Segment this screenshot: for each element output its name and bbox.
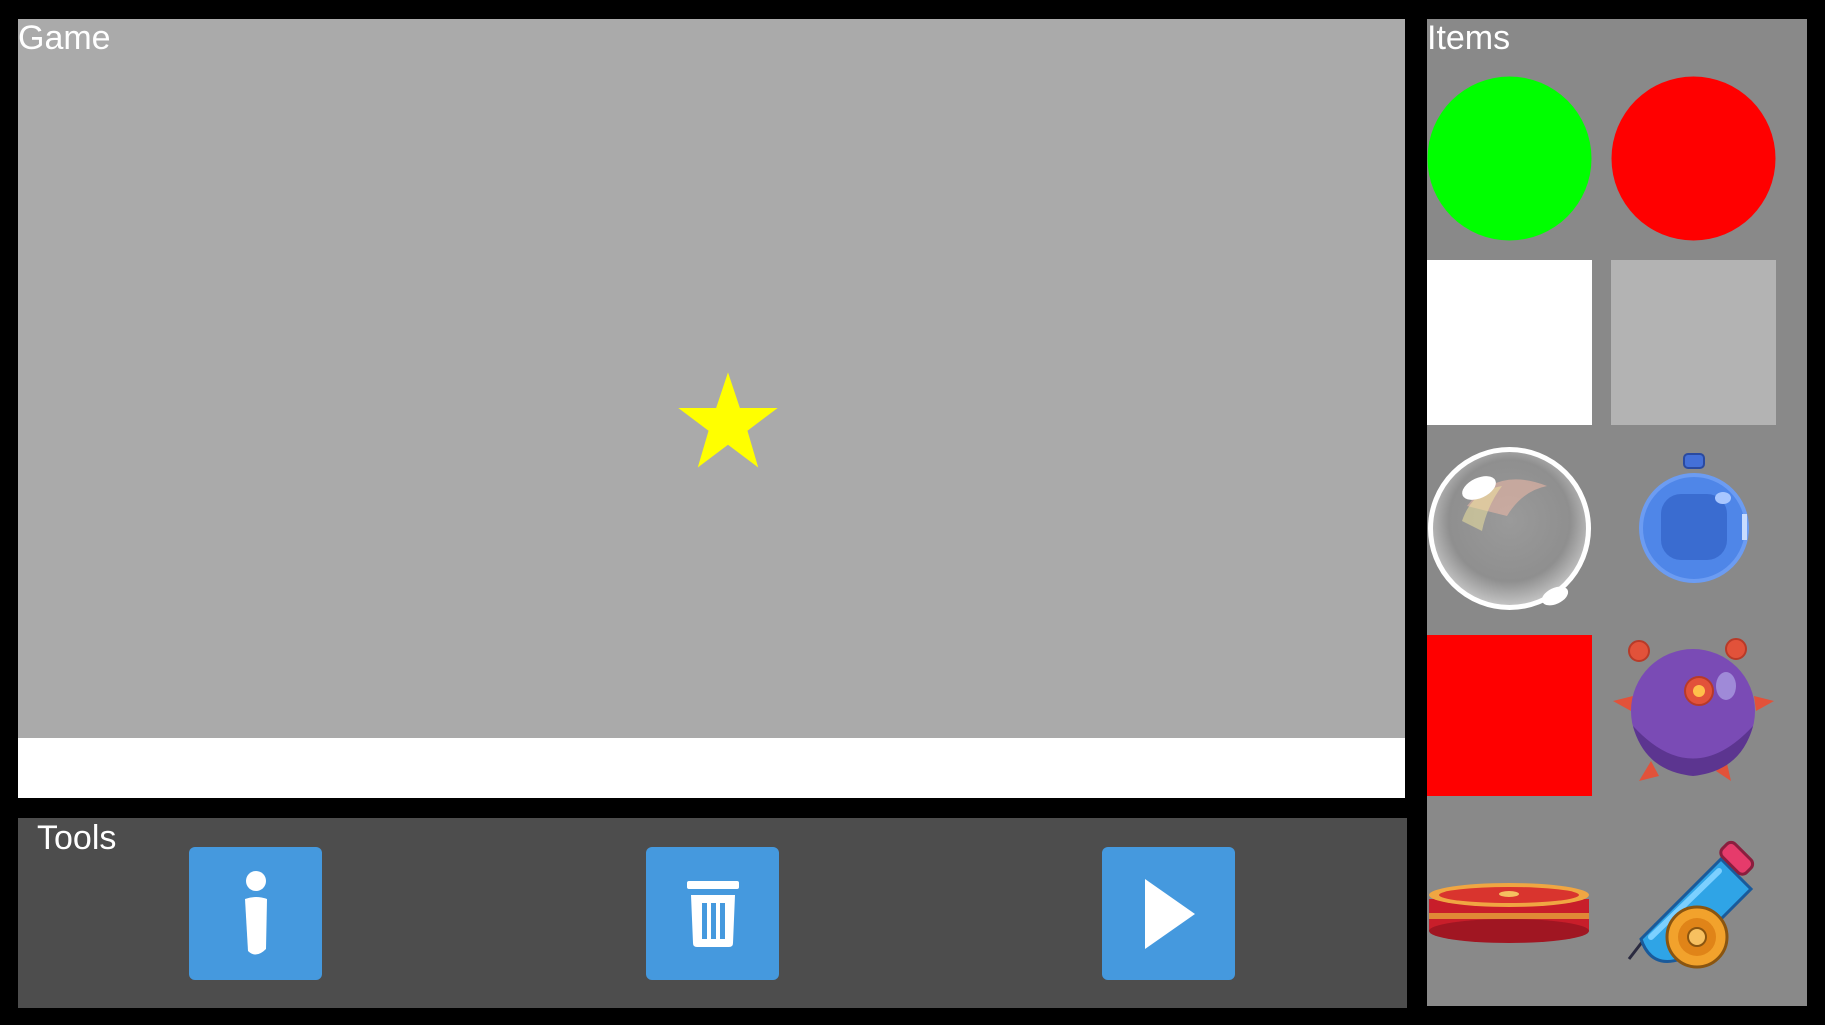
- spiked-mine-item[interactable]: [1611, 631, 1776, 796]
- red-square-item[interactable]: [1427, 631, 1592, 796]
- info-button[interactable]: [189, 847, 322, 980]
- game-panel-title: Game: [18, 19, 111, 57]
- game-panel[interactable]: Game: [18, 19, 1405, 798]
- game-editor: Game Tools Items: [0, 0, 1825, 1025]
- spiked-mine-icon: [1613, 638, 1774, 781]
- play-icon: [1144, 878, 1195, 949]
- ground-platform: [18, 738, 1405, 798]
- blue-bomb-icon: [1639, 453, 1749, 583]
- bubble-item[interactable]: [1427, 446, 1592, 611]
- items-panel: Items: [1427, 19, 1807, 1006]
- play-button[interactable]: [1102, 847, 1235, 980]
- bubble-icon: [1428, 447, 1591, 610]
- star-icon[interactable]: [674, 367, 782, 475]
- items-panel-title: Items: [1427, 19, 1511, 57]
- cannon-icon: [1627, 840, 1755, 969]
- blue-bomb-item[interactable]: [1611, 446, 1776, 611]
- tools-panel-title: Tools: [37, 819, 117, 857]
- green-circle-item[interactable]: [1427, 76, 1592, 241]
- trampoline-icon: [1429, 883, 1589, 943]
- delete-button[interactable]: [646, 847, 779, 980]
- cannon-item[interactable]: [1611, 819, 1776, 984]
- red-circle-item[interactable]: [1611, 76, 1776, 241]
- info-icon: [244, 870, 267, 955]
- tools-panel: Tools: [18, 818, 1407, 1008]
- trash-icon: [686, 880, 739, 947]
- gray-square-item[interactable]: [1611, 260, 1776, 425]
- white-square-item[interactable]: [1427, 260, 1592, 425]
- trampoline-item[interactable]: [1427, 819, 1592, 984]
